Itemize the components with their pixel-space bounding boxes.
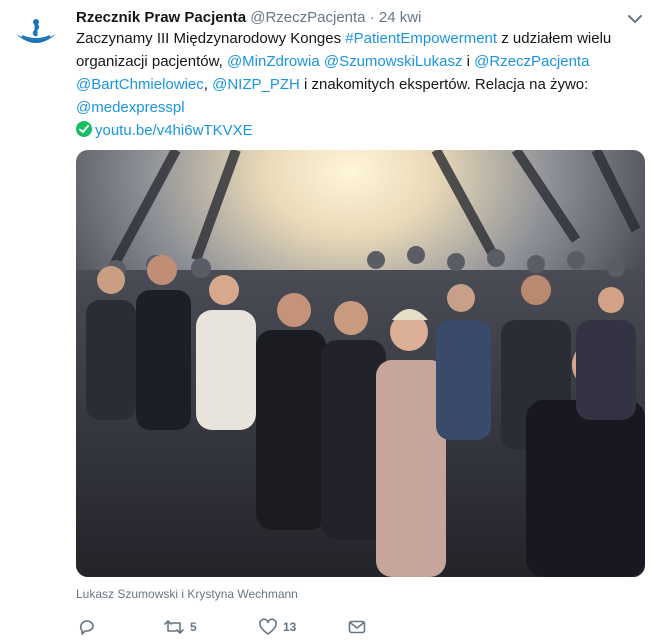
mention-link[interactable]: @BartChmielowiec bbox=[76, 76, 204, 93]
text-part: Zaczynamy III Międzynarodowy Konges bbox=[76, 30, 346, 47]
separator-dot: · bbox=[369, 9, 375, 26]
mention-link[interactable]: @NIZP_PZH bbox=[212, 76, 300, 93]
tweet-header: Rzecznik Praw Pacjenta @RzeczPacjenta · … bbox=[76, 8, 421, 28]
timestamp[interactable]: 24 kwi bbox=[379, 9, 422, 26]
retweet-button[interactable]: 5 bbox=[164, 618, 197, 636]
like-button[interactable]: 13 bbox=[259, 618, 296, 636]
text-part: i znakomitych ekspertów. Relacja na żywo… bbox=[299, 76, 589, 93]
mention-link[interactable]: @medexpresspl bbox=[76, 99, 185, 116]
mention-link[interactable]: @RzeczPacjenta bbox=[474, 53, 589, 70]
text-part: , bbox=[203, 76, 213, 93]
tweet-photo[interactable] bbox=[76, 150, 645, 577]
reply-button[interactable] bbox=[78, 618, 102, 636]
text-part: i bbox=[462, 53, 475, 70]
tweet-text: Zaczynamy III Międzynarodowy Konges #Pat… bbox=[76, 27, 646, 142]
reply-icon bbox=[79, 620, 94, 635]
like-icon bbox=[259, 618, 277, 635]
author-handle[interactable]: @RzeczPacjenta bbox=[250, 9, 365, 26]
message-icon bbox=[348, 620, 366, 634]
message-button[interactable] bbox=[348, 618, 366, 636]
url-link[interactable]: youtu.be/v4hi6wTKVXE bbox=[95, 122, 253, 139]
check-icon bbox=[76, 121, 92, 137]
conference-photo bbox=[76, 150, 645, 577]
mention-link[interactable]: @MinZdrowia bbox=[227, 53, 320, 70]
logo-icon bbox=[16, 19, 56, 43]
tweet-actions: 5 13 bbox=[76, 618, 376, 640]
avatar[interactable] bbox=[10, 8, 62, 60]
retweet-count: 5 bbox=[190, 620, 197, 634]
chevron-down-icon[interactable] bbox=[626, 10, 644, 28]
like-count: 13 bbox=[283, 620, 297, 634]
retweet-icon bbox=[164, 620, 184, 634]
author-name[interactable]: Rzecznik Praw Pacjenta bbox=[76, 9, 246, 26]
hashtag-link[interactable]: #PatientEmpowerment bbox=[345, 30, 497, 47]
mention-link[interactable]: @SzumowskiLukasz bbox=[324, 53, 463, 70]
photo-caption[interactable]: Lukasz Szumowski i Krystyna Wechmann bbox=[76, 587, 298, 601]
